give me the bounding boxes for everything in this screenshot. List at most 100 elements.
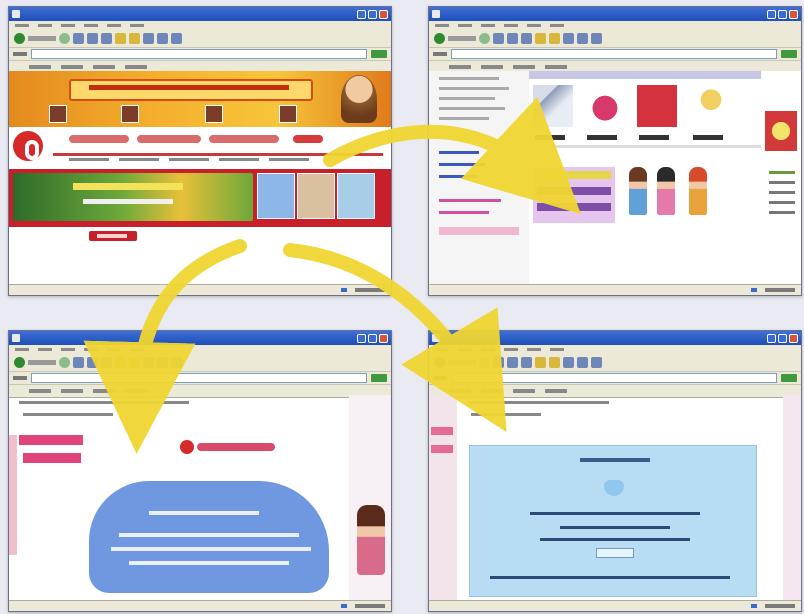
product-image[interactable] <box>637 85 677 127</box>
menu-help[interactable] <box>550 348 564 351</box>
home-icon[interactable] <box>521 33 532 44</box>
menu-tools[interactable] <box>527 24 541 27</box>
print-icon[interactable] <box>591 33 602 44</box>
link-item[interactable] <box>545 389 567 393</box>
link-item[interactable] <box>545 65 567 69</box>
minimize-button[interactable] <box>357 333 366 343</box>
nav-tab[interactable] <box>137 135 201 143</box>
sidebar-link[interactable] <box>769 191 795 194</box>
close-button[interactable] <box>789 9 798 19</box>
home-icon[interactable] <box>521 357 532 368</box>
menu-tools[interactable] <box>107 348 121 351</box>
history-icon[interactable] <box>143 33 154 44</box>
sidebar-link[interactable] <box>769 181 795 184</box>
history-icon[interactable] <box>143 357 154 368</box>
sidebar-button[interactable] <box>431 427 453 435</box>
section-link[interactable] <box>471 413 541 416</box>
stop-icon[interactable] <box>73 357 84 368</box>
sub-link[interactable] <box>269 158 309 161</box>
menu-edit[interactable] <box>458 24 472 27</box>
sidebar-button[interactable] <box>431 445 453 453</box>
menu-file[interactable] <box>15 24 29 27</box>
title-bar[interactable] <box>9 331 391 345</box>
menu-view[interactable] <box>481 24 495 27</box>
product-image[interactable] <box>585 85 625 127</box>
home-icon[interactable] <box>101 357 112 368</box>
breadcrumb[interactable] <box>469 401 609 404</box>
nav-tab[interactable] <box>69 135 129 143</box>
sub-link[interactable] <box>119 158 159 161</box>
category-link[interactable] <box>439 163 485 166</box>
forward-icon[interactable] <box>479 357 490 368</box>
print-icon[interactable] <box>171 33 182 44</box>
maximize-button[interactable] <box>368 333 377 343</box>
menu-view[interactable] <box>61 24 75 27</box>
link-item[interactable] <box>513 389 535 393</box>
sub-link[interactable] <box>219 158 259 161</box>
menu-help[interactable] <box>130 24 144 27</box>
banner-thumbnail[interactable] <box>279 105 297 123</box>
featured-row[interactable] <box>537 203 611 211</box>
go-button[interactable] <box>781 50 797 58</box>
featured-row[interactable] <box>537 187 611 195</box>
category-link[interactable] <box>439 211 489 214</box>
link-item[interactable] <box>481 389 503 393</box>
go-button[interactable] <box>371 50 387 58</box>
mail-icon[interactable] <box>157 357 168 368</box>
title-bar[interactable] <box>429 331 801 345</box>
close-button[interactable] <box>379 333 388 343</box>
stop-icon[interactable] <box>493 33 504 44</box>
maximize-button[interactable] <box>778 9 787 19</box>
banner-thumbnail[interactable] <box>205 105 223 123</box>
login-button[interactable] <box>293 135 323 143</box>
forward-icon[interactable] <box>479 33 490 44</box>
category-item[interactable] <box>439 97 495 100</box>
stop-icon[interactable] <box>493 357 504 368</box>
category-item[interactable] <box>439 77 499 80</box>
mail-icon[interactable] <box>577 357 588 368</box>
category-link[interactable] <box>439 151 479 154</box>
title-bar[interactable] <box>9 7 391 21</box>
refresh-icon[interactable] <box>87 357 98 368</box>
menu-help[interactable] <box>130 348 144 351</box>
search-icon[interactable] <box>535 357 546 368</box>
maximize-button[interactable] <box>368 9 377 19</box>
go-button[interactable] <box>781 374 797 382</box>
link-item[interactable] <box>61 389 83 393</box>
back-icon[interactable] <box>14 357 25 368</box>
menu-edit[interactable] <box>38 24 52 27</box>
sidebar-link[interactable] <box>769 211 795 214</box>
menu-view[interactable] <box>61 348 75 351</box>
menu-file[interactable] <box>15 348 29 351</box>
favorites-icon[interactable] <box>549 33 560 44</box>
sub-link[interactable] <box>69 158 109 161</box>
refresh-icon[interactable] <box>87 33 98 44</box>
forward-icon[interactable] <box>59 357 70 368</box>
menu-favorites[interactable] <box>84 24 98 27</box>
close-button[interactable] <box>789 333 798 343</box>
promo-button[interactable] <box>439 227 519 235</box>
address-input[interactable] <box>31 49 367 59</box>
link-item[interactable] <box>125 65 147 69</box>
back-icon[interactable] <box>434 33 445 44</box>
go-button[interactable] <box>371 374 387 382</box>
category-link[interactable] <box>439 199 501 202</box>
link-item[interactable] <box>513 65 535 69</box>
menu-edit[interactable] <box>458 348 472 351</box>
banner-thumbnail[interactable] <box>121 105 139 123</box>
address-input[interactable] <box>31 373 367 383</box>
link-item[interactable] <box>61 65 83 69</box>
menu-tools[interactable] <box>527 348 541 351</box>
link-item[interactable] <box>29 389 51 393</box>
category-item[interactable] <box>439 107 505 110</box>
link-item[interactable] <box>449 65 471 69</box>
promo-banner[interactable] <box>9 169 391 227</box>
minimize-button[interactable] <box>767 333 776 343</box>
menu-edit[interactable] <box>38 348 52 351</box>
mail-icon[interactable] <box>157 33 168 44</box>
menu-tools[interactable] <box>107 24 121 27</box>
link-item[interactable] <box>125 389 147 393</box>
product-image[interactable] <box>533 85 573 127</box>
refresh-icon[interactable] <box>507 33 518 44</box>
address-input[interactable] <box>451 373 777 383</box>
